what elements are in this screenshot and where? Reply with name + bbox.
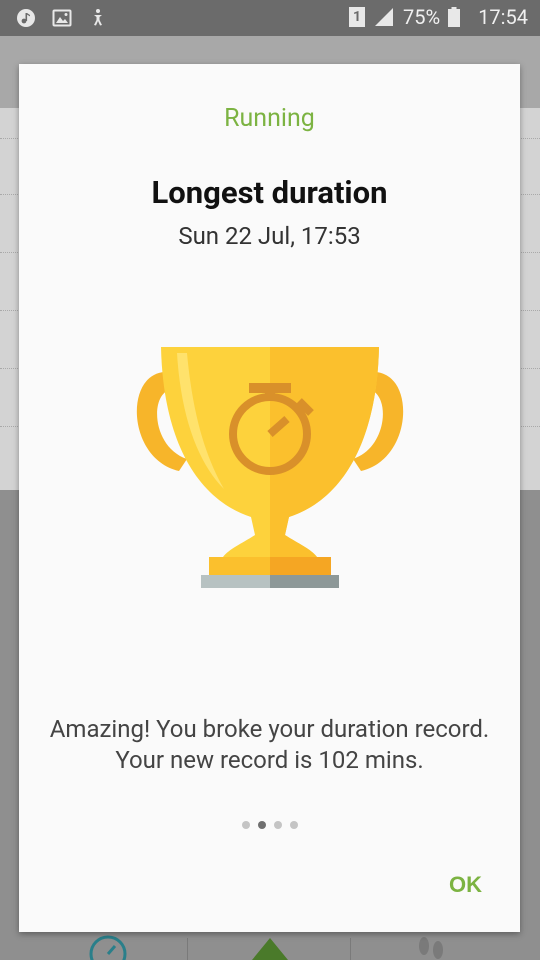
page-dot-active <box>257 821 266 829</box>
ok-button[interactable]: OK <box>445 868 486 902</box>
achievement-dialog: Running Longest duration Sun 22 Jul, 17:… <box>19 64 520 932</box>
page-dot <box>289 821 298 829</box>
status-bar: 1 75% 17:54 <box>0 0 540 36</box>
mountain-icon <box>252 938 288 960</box>
speedometer-icon <box>89 935 127 960</box>
dialog-title: Longest duration <box>151 174 388 211</box>
dialog-message: Amazing! You broke your duration record.… <box>49 715 490 774</box>
status-time: 17:54 <box>478 5 528 29</box>
page-dot <box>241 821 250 829</box>
page-indicator <box>19 821 520 829</box>
music-icon <box>17 9 35 27</box>
image-icon <box>52 9 72 27</box>
dialog-date: Sun 22 Jul, 17:53 <box>178 222 361 250</box>
status-right: 1 75% 17:54 <box>349 5 528 29</box>
dialog-category: Running <box>224 104 315 133</box>
sim-icon: 1 <box>349 7 366 27</box>
battery-percent: 75% <box>403 5 441 29</box>
trophy-icon <box>136 347 404 588</box>
accessibility-icon <box>94 9 102 26</box>
footsteps-icon <box>419 937 443 959</box>
background-bottom-nav <box>0 930 540 960</box>
status-left-icons <box>16 8 108 28</box>
signal-icon <box>375 8 394 26</box>
page-dot <box>273 821 282 829</box>
battery-icon <box>448 7 461 27</box>
